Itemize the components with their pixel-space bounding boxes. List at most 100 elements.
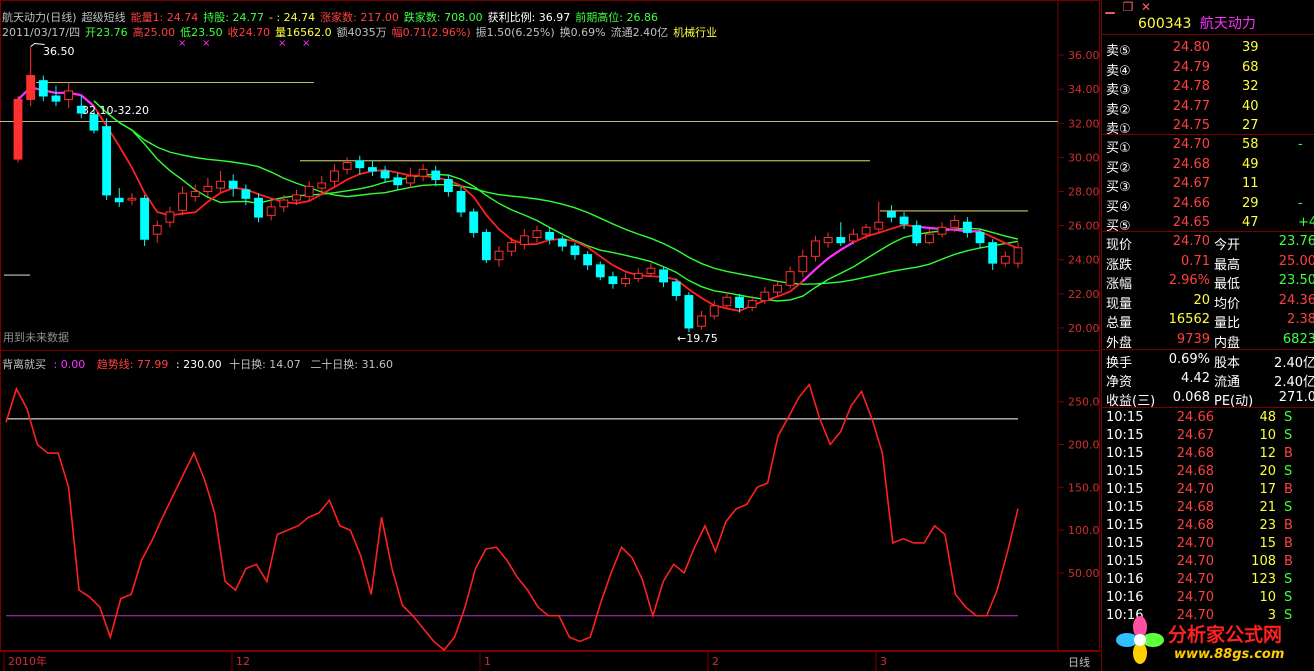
candle-body	[178, 192, 187, 211]
stat-label: 量比	[1214, 316, 1241, 331]
candle-body	[456, 191, 466, 213]
candle-body	[861, 226, 871, 235]
sell-price: 24.80	[1172, 40, 1210, 55]
candle-body	[38, 80, 48, 97]
candle-body	[697, 315, 706, 327]
indicator-axis-label: 50.00	[1068, 567, 1100, 580]
buy-label: 买④	[1106, 199, 1131, 215]
price-axis-label: 32.00	[1068, 117, 1100, 130]
candle-body	[1000, 255, 1010, 264]
sell-price: 24.79	[1172, 59, 1210, 75]
buy-volume: 29	[1242, 195, 1259, 211]
candle-body	[228, 180, 238, 189]
tick-price: 24.67	[1176, 428, 1214, 443]
stat-row: 现量 20 均价 24.36	[1102, 291, 1314, 312]
quote-panel: ▁ ❐ ✕ 600343 航天动力 卖⑤ 24.80 39 卖④ 24.79 68 卖③ 24…	[1101, 0, 1314, 671]
candle-body	[823, 237, 833, 244]
stat2-row: 净资 4.42 流通 2.40亿	[1102, 369, 1314, 390]
header-field: 额4035万	[336, 26, 387, 39]
tick-side: S	[1284, 572, 1293, 587]
buy-row: 买① 24.70 58 -	[1102, 135, 1314, 156]
chart-area[interactable]: × × × × 36.00 34.00 32.00 30.00 28.00 26.00 24.00…	[0, 0, 1100, 671]
time-axis-label: 3	[880, 655, 887, 668]
buy-label: 买②	[1106, 160, 1131, 176]
candle-body	[811, 240, 820, 257]
candle-body	[431, 170, 441, 181]
candle-body	[405, 175, 415, 184]
header-field: 量16562.0	[275, 26, 332, 39]
tick-time: 10:16	[1106, 572, 1144, 587]
indicator-axis-label: 100.00	[1068, 524, 1100, 537]
candle-body	[735, 296, 744, 308]
candle-body	[975, 231, 985, 244]
tick-time: 10:15	[1106, 482, 1144, 497]
tick-row: 10:15 24.68 20 S	[1102, 463, 1314, 481]
buy-change: +4	[1298, 215, 1314, 230]
candle-body	[102, 126, 112, 196]
tick-side: B	[1284, 446, 1293, 461]
tick-price: 24.70	[1176, 482, 1214, 497]
tick-volume: 17	[1259, 482, 1276, 497]
tick-price: 24.68	[1176, 518, 1214, 533]
candle-body	[114, 197, 124, 203]
stats-divider	[1102, 407, 1314, 408]
sell-volume: 68	[1242, 59, 1259, 75]
period-label[interactable]: 日线	[1068, 654, 1090, 670]
ma10-line	[93, 100, 1019, 302]
stat-label: 内盘	[1214, 335, 1241, 351]
candle-body	[507, 242, 517, 252]
indicator-axis-label: 150.00	[1068, 481, 1100, 494]
stock-name: 航天动力	[1199, 16, 1256, 32]
candle-body	[583, 254, 593, 266]
buy-price: 24.67	[1172, 176, 1210, 191]
header-field: 低23.50	[180, 26, 223, 39]
candle-body	[165, 211, 175, 223]
candle-body	[317, 182, 327, 189]
candle-body	[279, 199, 289, 208]
tick-row: 10:15 24.68 21 S	[1102, 499, 1314, 517]
sell-row: 卖⑤ 24.80 39	[1102, 38, 1314, 59]
candle-body	[545, 231, 555, 240]
stat2-row: 换手 0.69% 股本 2.40亿	[1102, 350, 1314, 371]
stat-label: 今开	[1214, 238, 1241, 253]
stat-row: 外盘 9739 内盘 6823	[1102, 330, 1314, 351]
candle-body	[760, 291, 770, 302]
tick-row: 10:16 24.70 10 S	[1102, 589, 1314, 607]
candle-body	[785, 271, 795, 286]
minimize-icon[interactable]: ▁	[1102, 0, 1118, 14]
candle-body	[266, 206, 276, 216]
stat-label: 现量	[1106, 296, 1133, 312]
candle-body	[469, 211, 479, 233]
candle-body	[304, 185, 314, 198]
candle-body	[443, 179, 453, 192]
candle-body	[798, 255, 808, 273]
candle-body	[292, 194, 301, 201]
sell-row: 卖① 24.75 27	[1102, 116, 1314, 137]
stat-label: 最高	[1214, 257, 1241, 273]
kline-chart[interactable]: × × × × 36.00 34.00 32.00 30.00 28.00 26.00 24.00…	[0, 0, 1100, 671]
restore-icon[interactable]: ❐	[1120, 0, 1136, 14]
candle-body	[190, 191, 200, 198]
header-field: 换0.69%	[559, 26, 606, 39]
tick-side: S	[1284, 410, 1293, 425]
tick-side: S	[1284, 590, 1293, 605]
buy-row: 买③ 24.67 11	[1102, 174, 1314, 195]
indicator-name: 背离就买	[2, 358, 46, 371]
logo-title: 分析家公式网	[1168, 624, 1283, 646]
time-axis-label: 2010年	[8, 654, 47, 668]
tick-time: 10:15	[1106, 428, 1144, 443]
tick-volume: 15	[1259, 536, 1276, 551]
stat-value: 0.69%	[1168, 352, 1210, 367]
candle-body	[254, 197, 263, 218]
candle-body	[595, 264, 605, 278]
header-field: 超级短线	[81, 11, 126, 24]
tick-side: B	[1284, 518, 1293, 533]
candle-body	[330, 170, 339, 182]
tick-volume: 10	[1259, 428, 1276, 443]
stat-label: 均价	[1214, 296, 1241, 312]
sell-volume: 39	[1242, 40, 1259, 55]
candle-body	[127, 197, 137, 201]
tick-price: 24.70	[1176, 590, 1214, 605]
indicator-header: 背离就买 : 0.00 趋势线: 77.99 : 230.00 十日换: 14.…	[2, 356, 393, 372]
close-icon[interactable]: ✕	[1138, 0, 1154, 14]
